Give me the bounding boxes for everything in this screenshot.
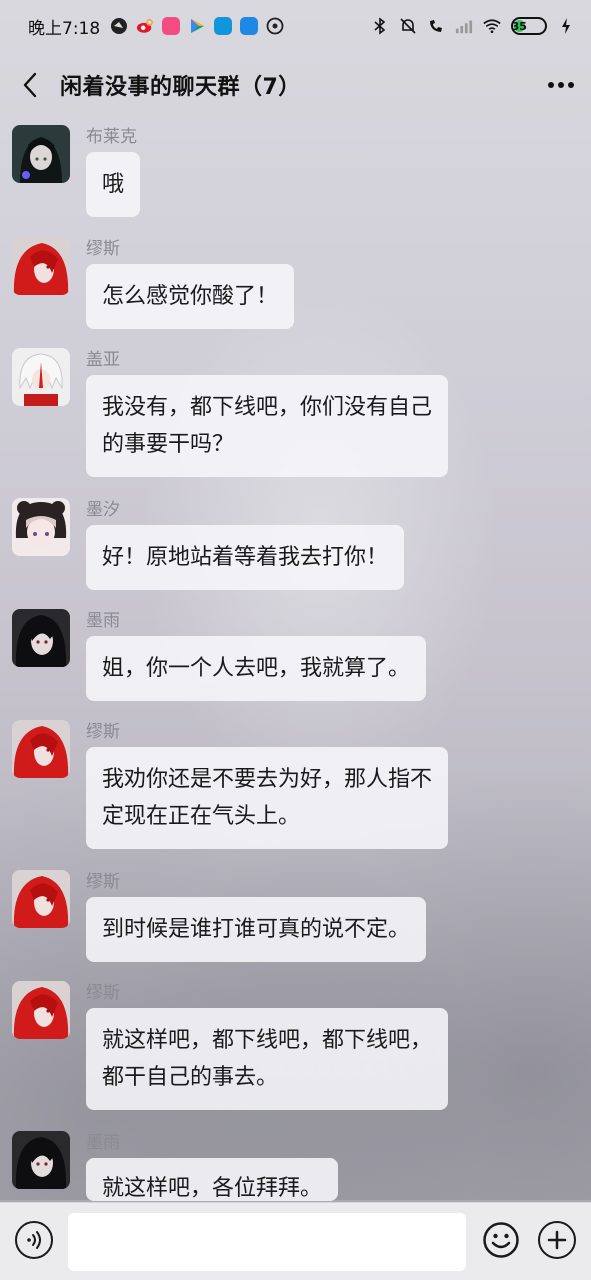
red-hair-avatar-icon (12, 237, 70, 295)
avatar[interactable] (12, 1131, 70, 1189)
sender-name: 缪斯 (86, 872, 120, 892)
voice-wave-icon (27, 1231, 41, 1249)
more-options-button[interactable] (531, 55, 591, 115)
bear-hood-avatar-icon (12, 498, 70, 556)
smiley-icon (483, 1222, 519, 1258)
call-icon (427, 17, 445, 35)
message-bubble[interactable]: 姐，你一个人去吧，我就算了。 (86, 636, 427, 701)
dark-hair-avatar-icon (12, 125, 70, 183)
sender-name: 墨雨 (86, 611, 120, 631)
sender-name: 墨雨 (86, 1133, 120, 1153)
mute-bell-icon (399, 17, 417, 35)
message-input[interactable] (68, 1213, 466, 1271)
white-hair-avatar-icon (12, 348, 70, 406)
sender-name: 布莱克 (86, 127, 137, 147)
bluetooth-icon (371, 17, 389, 35)
voice-button[interactable] (15, 1221, 53, 1259)
message-bubble[interactable]: 好！原地站着等着我去打你！ (86, 525, 405, 590)
signal-icon (455, 17, 473, 35)
add-button[interactable] (538, 1221, 576, 1259)
chat-header: 闲着没事的聊天群（7） (0, 55, 591, 115)
input-bar (0, 1202, 591, 1280)
sender-name: 缪斯 (86, 722, 120, 742)
emoji-button[interactable] (482, 1221, 520, 1259)
message-bubble[interactable]: 到时候是谁打谁可真的说不定。 (86, 897, 427, 962)
avatar[interactable] (12, 870, 70, 928)
avatar[interactable] (12, 609, 70, 667)
battery-level: 35 (511, 19, 527, 33)
message-bubble[interactable]: 我没有，都下线吧，你们没有自己 的事要干吗？ (86, 375, 449, 477)
red-hair-avatar-icon (12, 981, 70, 1039)
black-hair-avatar-icon (12, 609, 70, 667)
avatar[interactable] (12, 125, 70, 183)
message-bubble[interactable]: 怎么感觉你酸了！ (86, 264, 295, 329)
notification-icons (110, 17, 284, 35)
app-icon-blue-1 (214, 17, 233, 35)
more-dots-icon (548, 82, 574, 88)
message-bubble[interactable]: 就这样吧，都下线吧，都下线吧， 都干自己的事去。 (86, 1008, 449, 1110)
charging-icon (557, 17, 575, 35)
message-bubble[interactable]: 就这样吧，各位拜拜。 (86, 1158, 339, 1201)
app-icon-netease (266, 17, 284, 35)
sender-name: 盖亚 (86, 350, 120, 370)
avatar[interactable] (12, 498, 70, 556)
status-bar: 晚上7:18 35 (0, 0, 591, 52)
chat-title: 闲着没事的聊天群（7） (60, 75, 301, 100)
avatar[interactable] (12, 348, 70, 406)
wifi-icon (483, 17, 501, 35)
app-icon-blue-2 (240, 17, 259, 35)
back-button[interactable] (0, 55, 60, 115)
plus-icon (547, 1230, 567, 1250)
red-hair-avatar-icon (12, 720, 70, 778)
sender-name: 墨汐 (86, 500, 120, 520)
chevron-left-icon (23, 72, 37, 98)
avatar[interactable] (12, 981, 70, 1039)
sender-name: 缪斯 (86, 983, 120, 1003)
app-icon-pink (162, 17, 181, 35)
status-time: 晚上7:18 (28, 18, 101, 39)
message-bubble[interactable]: 哦 (86, 152, 141, 217)
avatar[interactable] (12, 720, 70, 778)
app-icon-globe (110, 17, 128, 35)
red-hair-avatar-icon (12, 870, 70, 928)
sender-name: 缪斯 (86, 239, 120, 259)
app-icon-weibo (136, 17, 154, 35)
message-bubble[interactable]: 我劝你还是不要去为好，那人指不 定现在正在气头上。 (86, 747, 449, 849)
app-icon-play (188, 17, 206, 35)
system-status-icons: 35 (371, 17, 575, 35)
battery-icon: 35 (511, 17, 547, 35)
avatar[interactable] (12, 237, 70, 295)
black-hair-avatar-icon (12, 1131, 70, 1189)
